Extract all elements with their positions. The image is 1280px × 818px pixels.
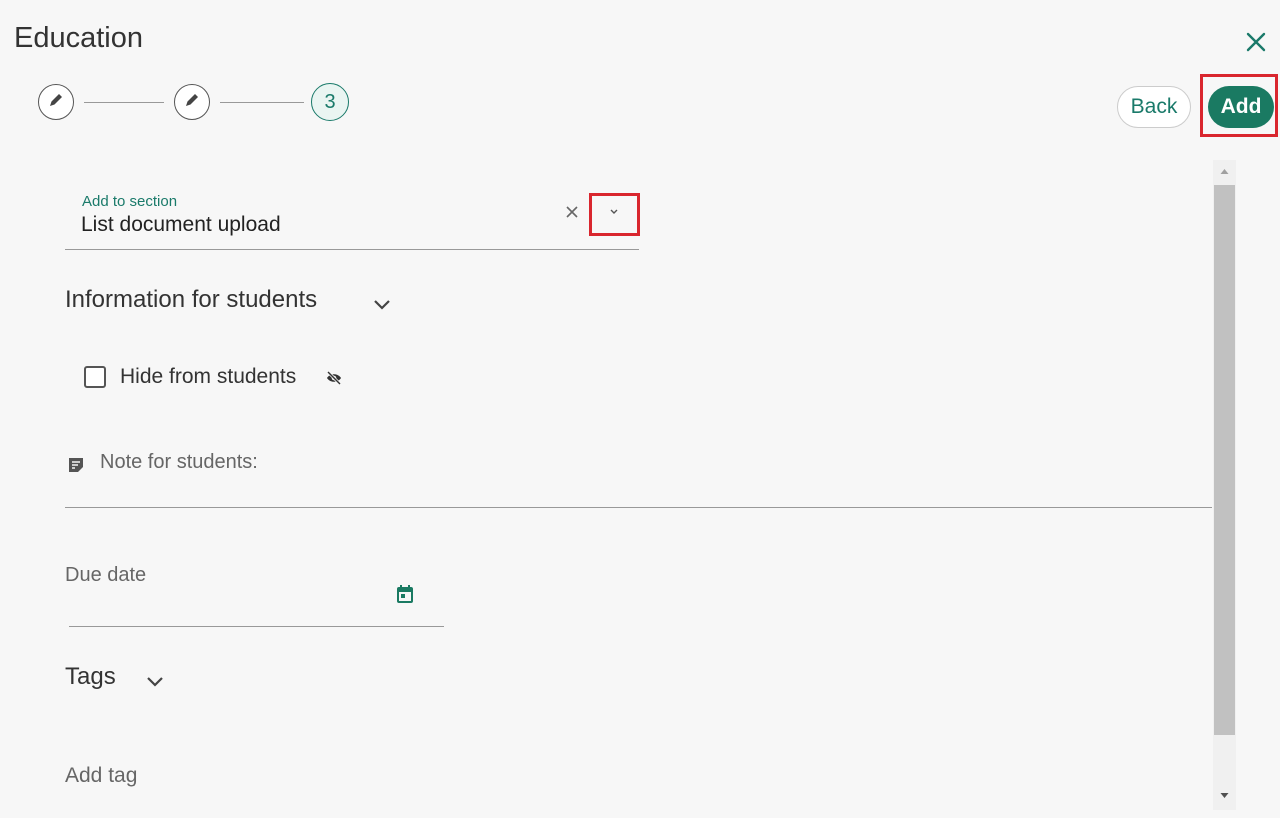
hide-from-students-label[interactable]: Hide from students [120, 365, 296, 389]
hide-from-students-checkbox[interactable] [84, 366, 106, 388]
scroll-down-arrow-icon[interactable] [1213, 785, 1236, 807]
info-section-heading[interactable]: Information for students [65, 286, 317, 314]
section-select-label: Add to section [82, 193, 178, 210]
note-icon [67, 456, 85, 474]
chevron-down-icon[interactable] [145, 675, 165, 689]
section-select-value[interactable]: List document upload [81, 213, 281, 237]
pencil-icon [47, 91, 65, 114]
due-date-input[interactable]: Due date [65, 564, 146, 587]
page-title: Education [14, 22, 143, 54]
add-tag-input[interactable]: Add tag [65, 764, 137, 788]
calendar-icon[interactable] [395, 584, 415, 605]
note-for-students-input[interactable]: Note for students: [100, 451, 258, 474]
scrollbar-thumb[interactable] [1214, 185, 1235, 735]
section-select-underline [65, 249, 639, 250]
stepper-connector [220, 102, 304, 103]
step-3: 3 [311, 83, 349, 121]
back-button[interactable]: Back [1117, 86, 1191, 128]
step-number: 3 [324, 90, 336, 113]
note-underline [65, 507, 1212, 508]
clear-icon[interactable] [563, 204, 581, 222]
pencil-icon [183, 91, 201, 114]
chevron-down-icon[interactable] [372, 298, 392, 312]
tags-heading[interactable]: Tags [65, 663, 116, 691]
highlight-box [589, 193, 640, 236]
scroll-up-arrow-icon[interactable] [1213, 160, 1236, 182]
step-1[interactable] [38, 84, 74, 120]
stepper-connector [84, 102, 164, 103]
due-date-underline [69, 626, 444, 627]
eye-off-icon [326, 370, 342, 386]
close-icon[interactable] [1244, 30, 1268, 54]
highlight-box [1200, 74, 1278, 137]
step-2[interactable] [174, 84, 210, 120]
